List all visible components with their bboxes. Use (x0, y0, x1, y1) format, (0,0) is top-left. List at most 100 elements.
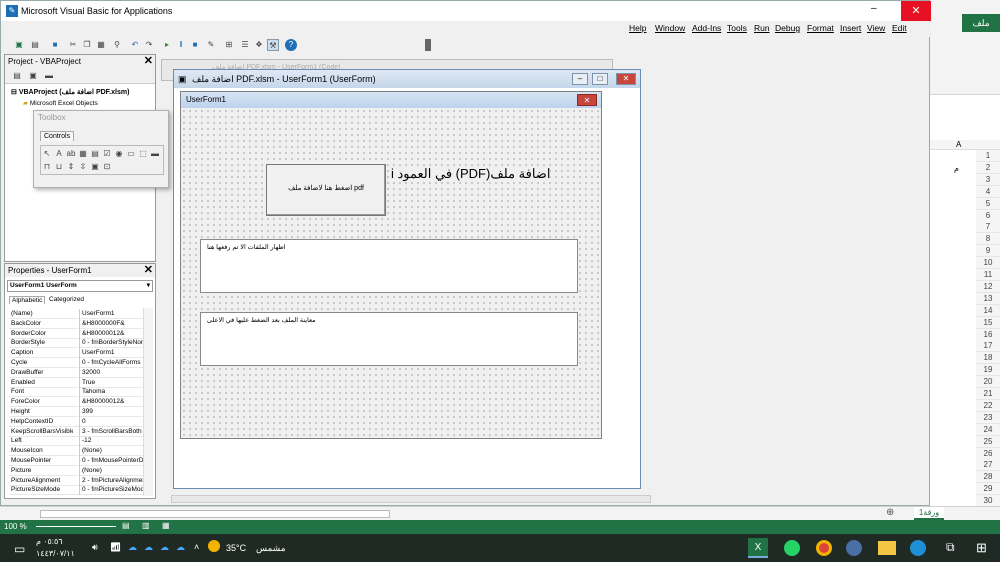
row-number[interactable]: 21 (976, 388, 1000, 400)
property-row[interactable]: Picture (None) (9, 465, 145, 476)
property-row[interactable]: BorderColor &H80000012& (9, 328, 145, 339)
add-pdf-button[interactable]: اضغط هنا لاضافة ملف pdf (266, 164, 386, 216)
property-value[interactable]: 3 - fmScrollBarsBoth (79, 426, 145, 437)
property-value[interactable]: &H8000000F& (79, 318, 145, 329)
row-number[interactable]: 7 (976, 221, 1000, 234)
tree-root[interactable]: ⊟ VBAProject (اضافة ملف PDF.xlsm) (11, 88, 129, 96)
collapse-icon[interactable]: ⊟ (11, 89, 17, 96)
designer-maximize-icon[interactable]: □ (592, 73, 608, 85)
property-row[interactable]: Height 399 (9, 407, 145, 417)
task-view-icon[interactable]: ⧉ (946, 540, 955, 555)
project-explorer-icon[interactable]: ⊞ (223, 39, 235, 51)
property-value[interactable]: True (79, 377, 145, 388)
network-icon[interactable]: 📶︎ (110, 542, 121, 553)
property-value[interactable]: &H80000012& (79, 328, 145, 339)
togglebutton-icon[interactable]: ▭ (125, 148, 137, 160)
property-value[interactable]: -12 (79, 436, 145, 447)
userform-canvas[interactable]: اضافة ملف(PDF) في العمود i اضغط هنا لاضا… (181, 108, 601, 438)
property-row[interactable]: Font Tahoma (9, 387, 145, 398)
break-icon[interactable]: ‖ (175, 39, 187, 51)
cut-icon[interactable]: ✂ (67, 39, 79, 51)
menu-format[interactable]: Format (807, 23, 834, 33)
row-number[interactable]: 23 (976, 411, 1000, 424)
row-number[interactable]: 19 (976, 364, 1000, 377)
menu-insert[interactable]: Insert (840, 23, 861, 33)
textbox-icon[interactable]: ab (65, 148, 77, 160)
scrollbar-icon[interactable]: ⇕ (65, 161, 77, 173)
row-number[interactable]: 14 (976, 304, 1000, 317)
property-row[interactable]: PictureSizeMode 0 - fmPictureSizeMode (9, 485, 145, 496)
properties-window-icon[interactable]: ☰ (239, 39, 251, 51)
pointer-icon[interactable]: ↖ (41, 148, 53, 160)
insert-userform-icon[interactable]: ▤ (29, 39, 41, 51)
add-sheet-icon[interactable]: ⊕ (886, 507, 894, 518)
property-row[interactable]: Left -12 (9, 436, 145, 447)
weather-temp[interactable]: 35°C (226, 543, 246, 553)
row-number[interactable]: 28 (976, 471, 1000, 484)
chrome-icon[interactable] (816, 540, 832, 556)
toggle-folders-icon[interactable]: ▬ (43, 70, 55, 82)
property-row[interactable]: MouseIcon (None) (9, 446, 145, 457)
page-break-icon[interactable]: ▦ (162, 521, 170, 530)
sheet-tab[interactable]: ورقة1 (914, 507, 944, 520)
row-number[interactable]: 29 (976, 483, 1000, 496)
app-icon[interactable] (846, 540, 862, 556)
property-value[interactable]: UserForm1 (79, 309, 145, 319)
zoom-slider[interactable] (36, 526, 116, 527)
weather-text[interactable]: مشمس (256, 543, 286, 554)
vba-horizontal-scrollbar[interactable] (171, 495, 651, 503)
menu-tools[interactable]: Tools (727, 23, 747, 33)
start-icon[interactable]: ⊞ (976, 540, 987, 556)
row-number[interactable]: 5 (976, 197, 1000, 210)
view-code-icon[interactable]: ▤ (11, 70, 23, 82)
multipage-icon[interactable]: ⊔ (53, 161, 65, 173)
run-icon[interactable]: ▸ (161, 39, 173, 51)
cloud-icon[interactable]: ☁ (128, 542, 137, 553)
excel-hscroll[interactable] (40, 510, 390, 518)
row-number[interactable]: 13 (976, 292, 1000, 305)
property-row[interactable]: (Name) UserForm1 (9, 309, 145, 319)
excel-taskbar-icon[interactable]: X (748, 538, 768, 558)
row-number[interactable]: 12 (976, 280, 1000, 293)
notification-icon[interactable]: ▭ (14, 542, 25, 556)
find-icon[interactable]: ⚲ (111, 39, 123, 51)
row-number[interactable]: 17 (976, 340, 1000, 353)
close-icon[interactable]: ✕ (901, 1, 931, 21)
property-value[interactable]: 399 (79, 407, 145, 417)
row-number[interactable]: 20 (976, 376, 1000, 389)
paste-icon[interactable]: ▦ (95, 39, 107, 51)
menu-help[interactable]: Help (629, 23, 646, 33)
label-icon[interactable]: A (53, 148, 65, 160)
whatsapp-icon[interactable] (784, 540, 800, 556)
refedit-icon[interactable]: ⊡ (101, 161, 113, 173)
property-value[interactable]: 0 - fmBorderStyleNon (79, 338, 145, 349)
minimize-icon[interactable]: – (871, 3, 877, 14)
project-close-icon[interactable]: ✕ (144, 55, 153, 68)
copy-icon[interactable]: ❐ (81, 39, 93, 51)
row-number[interactable]: 8 (976, 233, 1000, 246)
toolbox-icon[interactable]: ⚒ (267, 39, 279, 51)
property-row[interactable]: Caption UserForm1 (9, 348, 145, 359)
row-number[interactable]: 24 (976, 423, 1000, 436)
edge-icon[interactable] (910, 540, 926, 556)
property-value[interactable]: &H80000012& (79, 397, 145, 408)
row-number[interactable]: 4 (976, 185, 1000, 198)
tab-categorized[interactable]: Categorized (47, 296, 86, 303)
commandbutton-icon[interactable]: ▬ (149, 148, 161, 160)
property-row[interactable]: Enabled True (9, 377, 145, 388)
row-number[interactable]: 18 (976, 352, 1000, 365)
spinbutton-icon[interactable]: ⇳ (77, 161, 89, 173)
userform-close-icon[interactable]: ✕ (577, 94, 597, 106)
design-mode-icon[interactable]: ✎ (205, 39, 217, 51)
property-row[interactable]: BorderStyle 0 - fmBorderStyleNon (9, 338, 145, 349)
combobox-icon[interactable]: ▦ (77, 148, 89, 160)
property-row[interactable]: KeepScrollBarsVisible 3 - fmScrollBarsBot… (9, 426, 145, 437)
normal-view-icon[interactable]: ▤ (122, 521, 130, 530)
menu-run[interactable]: Run (754, 23, 770, 33)
property-row[interactable]: MousePointer 0 - fmMousePointerDe (9, 456, 145, 466)
file-explorer-icon[interactable] (878, 541, 896, 555)
menu-addins[interactable]: Add-Ins (692, 23, 721, 33)
toolbox-tab-controls[interactable]: Controls (40, 131, 75, 141)
onedrive-business-icon[interactable]: ☁ (160, 542, 169, 553)
volume-icon[interactable]: 🔊︎ (92, 542, 98, 553)
